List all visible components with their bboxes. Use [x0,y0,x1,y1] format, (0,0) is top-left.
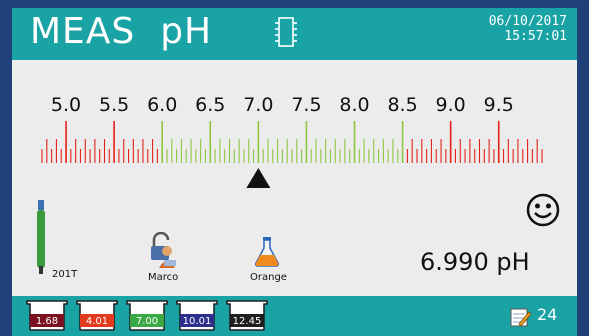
datetime: 06/10/2017 15:57:01 [489,14,567,44]
notepad-icon[interactable] [509,306,531,328]
date-text: 06/10/2017 [488,14,567,29]
value-pointer [246,168,271,188]
buffer-cup[interactable]: 10.01 [176,299,218,331]
buffer-cup[interactable]: 4.01 [76,299,118,331]
measurement-reading: 6.990 pH [420,248,530,276]
parameter-label: pH [160,11,213,52]
sensor-label: 201T [52,269,78,280]
scale-tick-label: 5.0 [51,94,81,116]
scale-tick-label: 8.5 [387,94,417,116]
buffer-value: 12.45 [232,316,262,327]
buffer-cup[interactable]: 12.45 [226,299,268,331]
user-label: Marco [148,272,179,283]
buffer-value: 10.01 [182,316,212,327]
time-text: 15:57:01 [504,29,567,44]
smiley-icon [526,193,560,227]
memory-chip-icon[interactable] [274,16,298,48]
scale-tick-label: 6.0 [147,94,177,116]
scale-tick-label: 7.0 [243,94,273,116]
sample-label: Orange [250,272,287,283]
measurement-panel: 5.0 5.5 6.0 6.5 7.0 7.5 8.0 8.5 9.0 9.5 201T Marc… [12,60,577,296]
mode-title: MEAS pH [30,12,212,52]
buffer-value: 1.68 [35,316,59,327]
mode-label: MEAS [30,11,136,52]
scale-tick-label: 6.5 [195,94,225,116]
header-bar: MEAS pH 06/10/2017 15:57:01 [12,8,577,60]
footer-bar: 1.68 4.01 7.00 10.01 12.45 24 [12,296,577,336]
buffer-cup[interactable]: 7.00 [126,299,168,331]
buffer-value: 7.00 [135,316,159,327]
electrode-icon[interactable] [34,200,48,276]
buffer-cup[interactable]: 1.68 [26,299,68,331]
scale-tick-label: 8.0 [339,94,369,116]
scale-tick-label: 7.5 [291,94,321,116]
unlocked-user-icon[interactable] [148,232,178,268]
scale-tick-label: 5.5 [99,94,129,116]
scale-tick-label: 9.0 [436,94,466,116]
notes-count: 24 [537,305,558,324]
buffer-value: 4.01 [85,316,109,327]
scale-tick-label: 9.5 [484,94,514,116]
device-screen: MEAS pH 06/10/2017 15:57:01 5.0 5.5 6.0 6.5… [0,0,589,336]
flask-icon[interactable] [254,237,280,267]
